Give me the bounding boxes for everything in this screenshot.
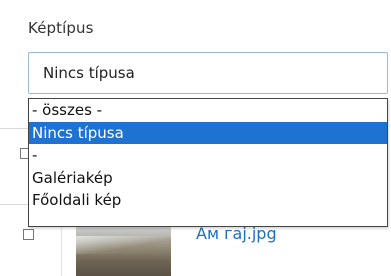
image-thumbnail[interactable] <box>76 226 171 276</box>
option-homepage-image[interactable]: Főoldali kép <box>29 189 387 212</box>
page: Képtípus Nincs típusa Ам гај.jpg - össze… <box>0 0 391 276</box>
option-gallery-image[interactable]: Galériakép <box>29 167 387 190</box>
table-divider <box>0 128 28 129</box>
table-divider <box>0 204 28 205</box>
image-type-dropdown-list: - összes - Nincs típusa - Galériakép Főo… <box>28 98 388 227</box>
option-dash[interactable]: - <box>29 144 387 167</box>
row-checkbox[interactable] <box>23 229 34 240</box>
option-all[interactable]: - összes - <box>29 99 387 122</box>
image-type-select-value: Nincs típusa <box>43 64 135 82</box>
image-type-select[interactable]: Nincs típusa <box>28 52 388 94</box>
option-no-type[interactable]: Nincs típusa <box>29 121 387 144</box>
image-type-label: Képtípus <box>28 19 94 37</box>
